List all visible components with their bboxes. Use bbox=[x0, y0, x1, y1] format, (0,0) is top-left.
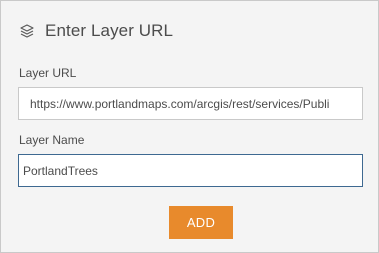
layers-icon bbox=[18, 22, 36, 40]
layer-name-input[interactable] bbox=[18, 154, 363, 187]
layer-url-input[interactable] bbox=[18, 87, 363, 120]
panel-header: Enter Layer URL bbox=[18, 19, 173, 43]
add-layer-panel: Enter Layer URL Layer URL Layer Name ADD bbox=[0, 0, 379, 253]
layer-name-label: Layer Name bbox=[19, 133, 85, 147]
add-button[interactable]: ADD bbox=[169, 206, 233, 239]
layer-url-label: Layer URL bbox=[19, 66, 77, 80]
panel-title: Enter Layer URL bbox=[45, 21, 174, 40]
